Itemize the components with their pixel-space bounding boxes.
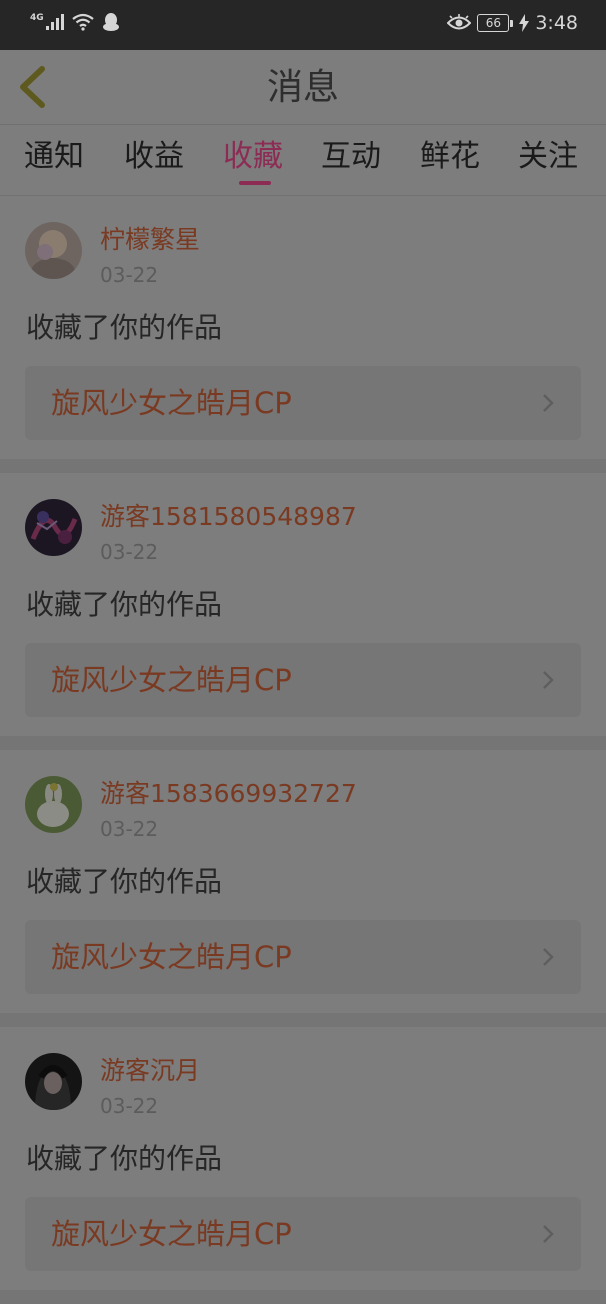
chevron-right-icon <box>543 948 554 966</box>
action-text: 收藏了你的作品 <box>26 865 223 898</box>
signal-icon <box>45 14 64 30</box>
network-type: 4G <box>30 13 44 23</box>
wifi-icon <box>71 13 94 31</box>
list-item: 游客1581580548987 03-22 收藏了你的作品 旋风少女之皓月CP <box>0 473 606 750</box>
favorites-feed: 柠檬繁星 03-22 收藏了你的作品 旋风少女之皓月CP 游客158158054… <box>0 196 606 1304</box>
timestamp: 03-22 <box>100 817 159 841</box>
avatar[interactable] <box>25 499 82 556</box>
charging-icon <box>519 14 530 32</box>
status-right: 66 3:48 <box>447 12 578 34</box>
tab-notifications[interactable]: 通知 <box>24 137 84 177</box>
battery-level: 66 <box>477 14 510 32</box>
action-text: 收藏了你的作品 <box>26 1142 223 1175</box>
tab-interactions[interactable]: 互动 <box>321 137 381 177</box>
chevron-right-icon <box>543 394 554 412</box>
list-item: 游客1583669932727 03-22 收藏了你的作品 旋风少女之皓月CP <box>0 750 606 1027</box>
tab-earnings[interactable]: 收益 <box>124 137 184 177</box>
timestamp: 03-22 <box>100 540 159 564</box>
action-text: 收藏了你的作品 <box>26 588 223 621</box>
status-bar: 4G 66 3:48 <box>0 0 606 50</box>
username[interactable]: 游客沉月 <box>100 1055 200 1087</box>
action-text: 收藏了你的作品 <box>26 311 223 344</box>
work-title: 旋风少女之皓月CP <box>51 1217 292 1251</box>
username[interactable]: 游客1581580548987 <box>100 501 357 533</box>
page-title: 消息 <box>266 67 339 108</box>
avatar[interactable] <box>25 776 82 833</box>
chevron-right-icon <box>543 1225 554 1243</box>
clock: 3:48 <box>535 12 578 34</box>
work-link[interactable]: 旋风少女之皓月CP <box>25 643 581 717</box>
active-tab-indicator <box>239 181 271 185</box>
username[interactable]: 柠檬繁星 <box>100 224 200 256</box>
qq-icon <box>102 13 119 31</box>
eye-icon <box>447 14 472 30</box>
tab-favorites[interactable]: 收藏 <box>223 137 283 177</box>
timestamp: 03-22 <box>100 263 159 287</box>
work-link[interactable]: 旋风少女之皓月CP <box>25 920 581 994</box>
avatar[interactable] <box>25 1053 82 1110</box>
avatar[interactable] <box>25 222 82 279</box>
tab-flowers[interactable]: 鲜花 <box>420 137 480 177</box>
username[interactable]: 游客1583669932727 <box>100 778 357 810</box>
battery-indicator: 66 <box>477 14 514 32</box>
timestamp: 03-22 <box>100 1094 159 1118</box>
tab-follows[interactable]: 关注 <box>518 137 578 177</box>
work-title: 旋风少女之皓月CP <box>51 386 292 420</box>
tab-bar: 通知 收益 收藏 互动 鲜花 关注 <box>0 125 606 196</box>
chevron-right-icon <box>543 671 554 689</box>
status-left: 4G <box>30 12 120 32</box>
header: 消息 <box>0 50 606 125</box>
work-title: 旋风少女之皓月CP <box>51 663 292 697</box>
work-link[interactable]: 旋风少女之皓月CP <box>25 366 581 440</box>
list-item: 游客沉月 03-22 收藏了你的作品 旋风少女之皓月CP <box>0 1027 606 1304</box>
work-title: 旋风少女之皓月CP <box>51 940 292 974</box>
work-link[interactable]: 旋风少女之皓月CP <box>25 1197 581 1271</box>
list-item: 柠檬繁星 03-22 收藏了你的作品 旋风少女之皓月CP <box>0 196 606 473</box>
